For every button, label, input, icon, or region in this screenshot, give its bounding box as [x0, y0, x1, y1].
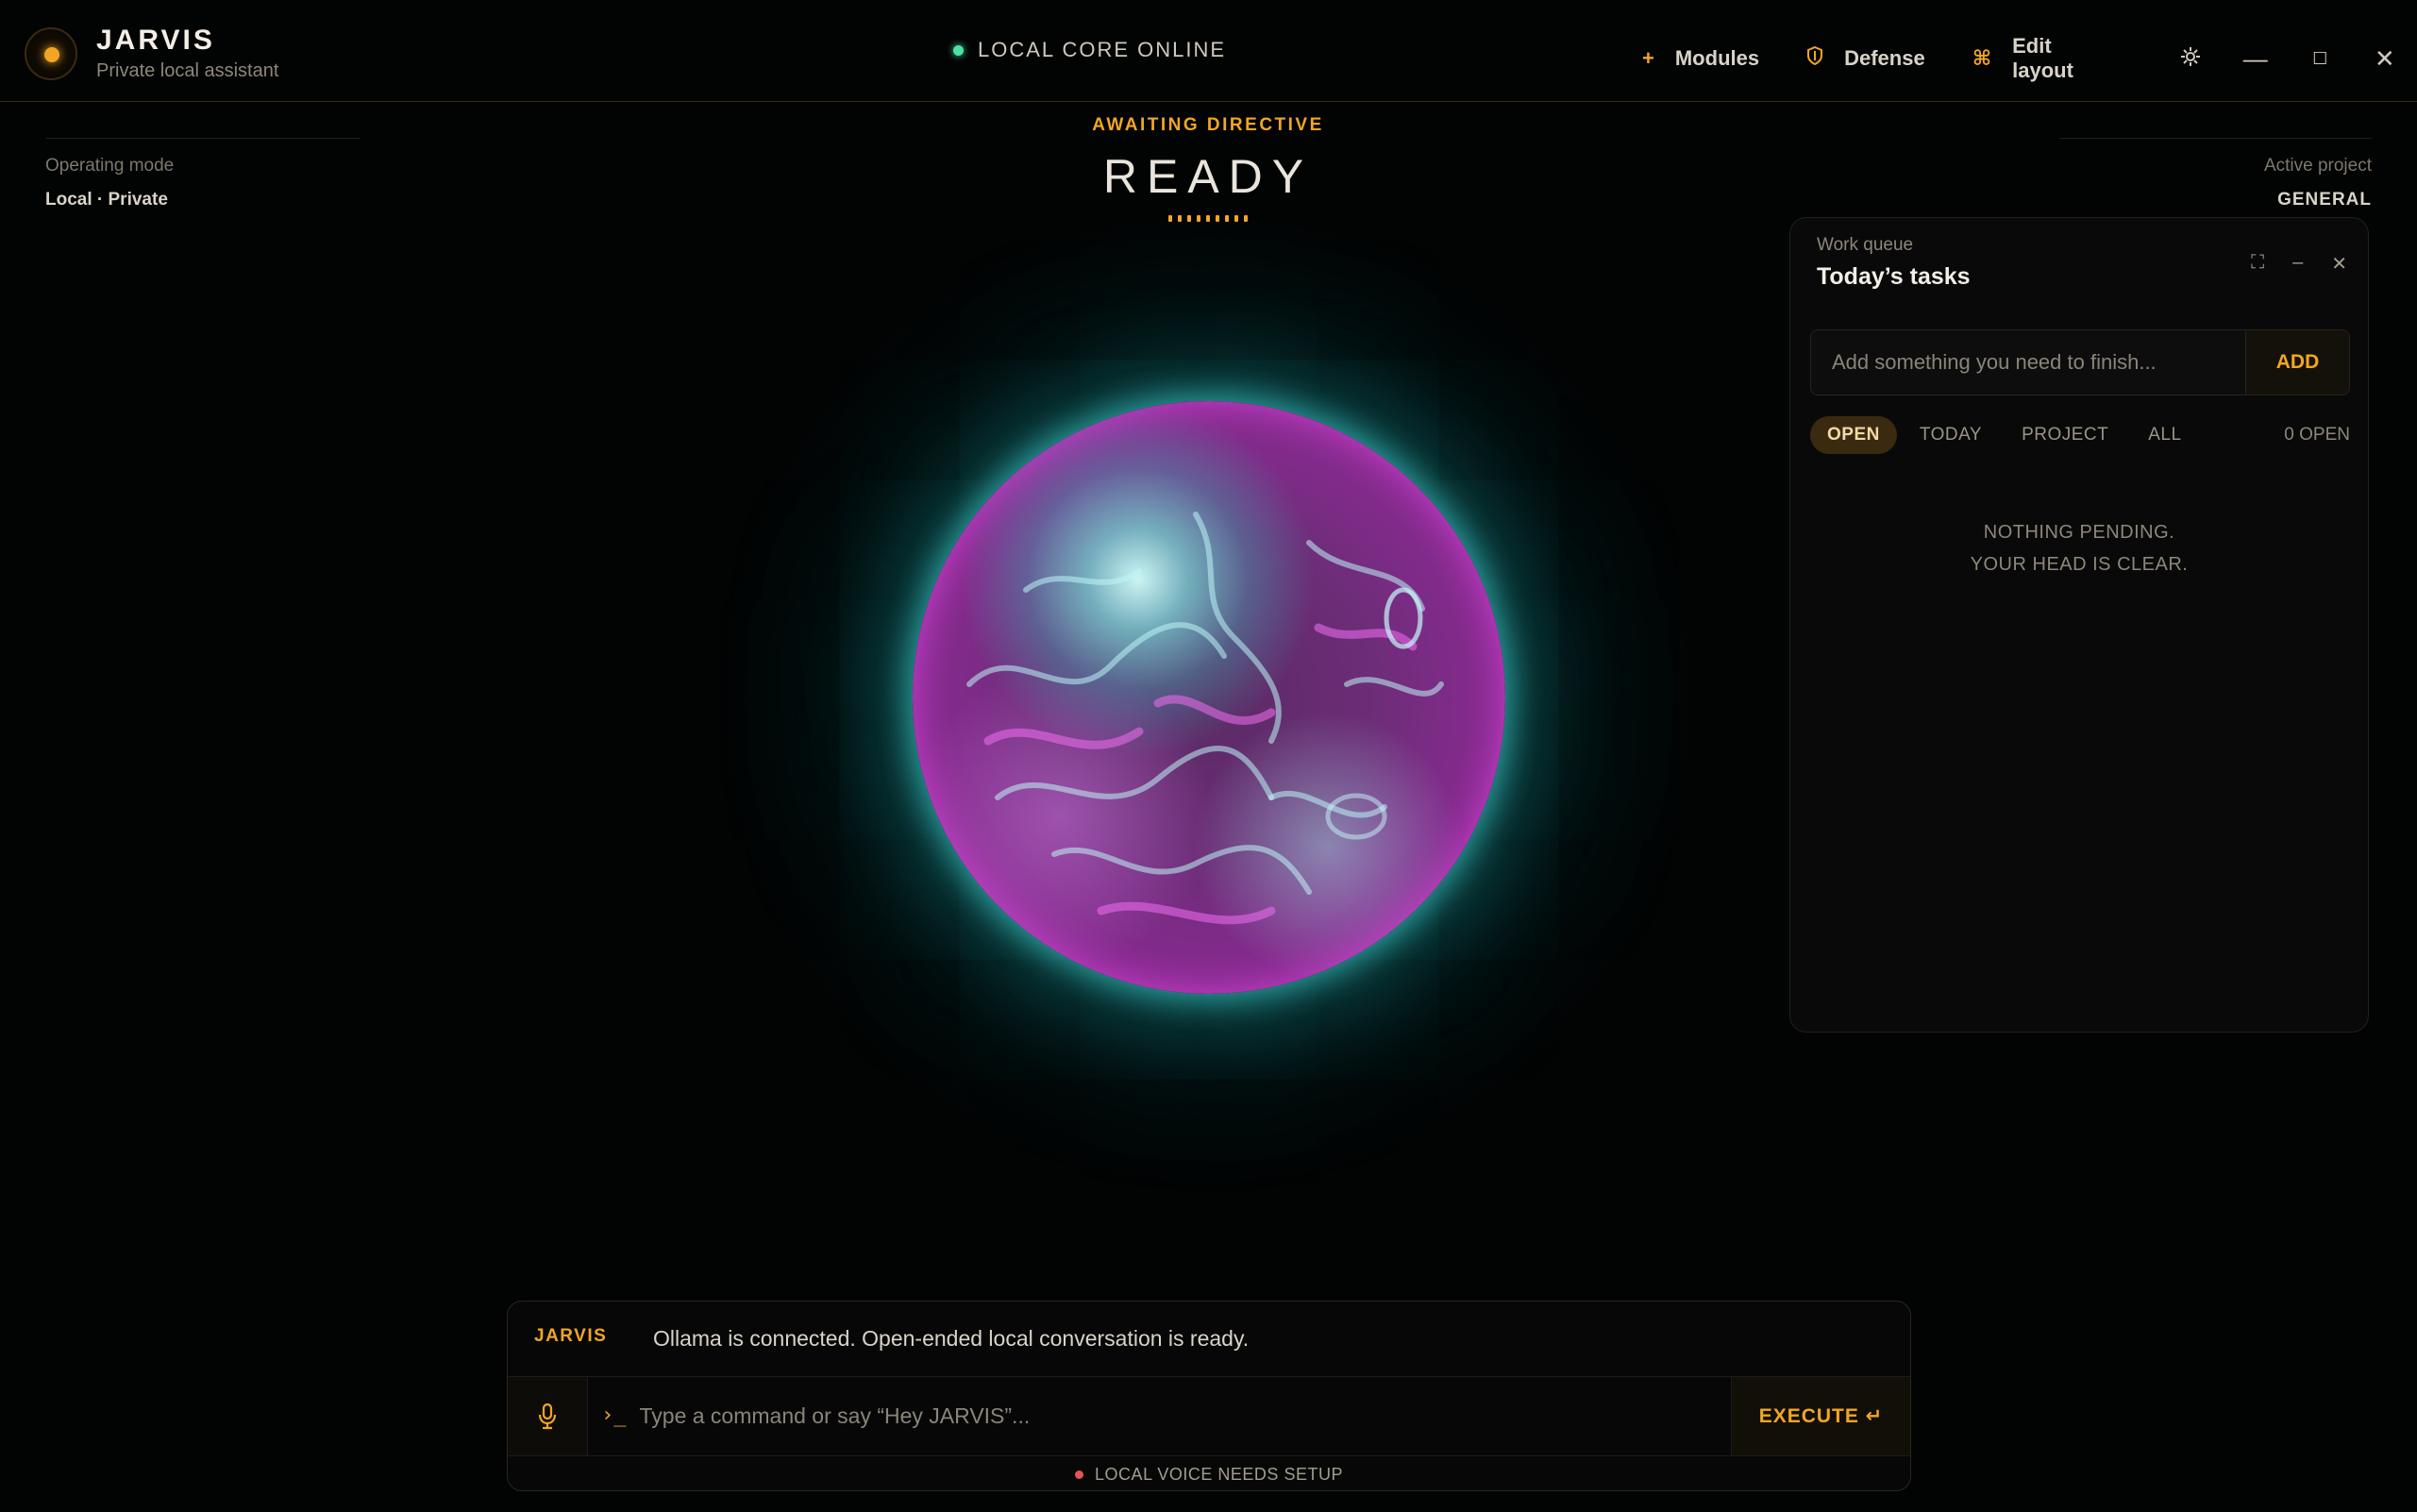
maximize-icon[interactable]: ☐ — [2288, 49, 2353, 69]
add-task-button[interactable]: ADD — [2245, 330, 2349, 395]
expand-icon[interactable]: ⛶ — [2251, 252, 2264, 276]
command-row: ›_ EXECUTE ↵ — [508, 1377, 1910, 1456]
shield-icon — [1806, 45, 1823, 71]
command-input[interactable] — [626, 1377, 1731, 1455]
edit-layout-label: Edit layout — [2012, 34, 2073, 82]
empty-state-line2: YOUR HEAD IS CLEAR. — [1970, 554, 2189, 575]
app-window: JARVIS Private local assistant LOCAL COR… — [0, 0, 2417, 1512]
task-entry: ADD — [1810, 329, 2350, 395]
orb-sphere — [913, 401, 1505, 994]
defense-label: Defense — [1844, 46, 1925, 70]
core-logo-icon — [25, 26, 77, 80]
filter-open[interactable]: OPEN — [1810, 416, 1897, 454]
state-title: READY — [1102, 150, 1314, 203]
filter-today[interactable]: TODAY — [1920, 425, 1982, 445]
task-input[interactable] — [1811, 330, 2245, 395]
operating-mode: Operating mode Local · Private — [45, 138, 361, 210]
modules-label: Modules — [1674, 46, 1760, 70]
activity-indicator — [1019, 215, 1397, 222]
empty-state-line1: NOTHING PENDING. — [1983, 522, 2175, 543]
awaiting-directive: AWAITING DIRECTIVE — [1092, 115, 1324, 135]
active-project-value: GENERAL — [2277, 190, 2372, 210]
voice-status-dot-icon — [1075, 1470, 1084, 1479]
active-project-label: Active project — [2263, 156, 2372, 176]
top-actions: + Modules Defense ⌘ Edit layout — ☐ ✕ — [1642, 34, 2417, 83]
microphone-button[interactable] — [508, 1377, 588, 1455]
message-text: Ollama is connected. Open-ended local co… — [653, 1326, 1250, 1351]
message-speaker: JARVIS — [534, 1326, 608, 1346]
minimize-icon[interactable]: — — [2224, 44, 2289, 74]
status-dot-icon — [953, 44, 964, 56]
app-subtitle: Private local assistant — [96, 60, 279, 81]
execute-button[interactable]: EXECUTE ↵ — [1731, 1377, 1910, 1455]
tasks-panel-title: Today’s tasks — [1817, 263, 1971, 290]
command-icon: ⌘ — [1972, 46, 1992, 70]
brand-text: JARVIS Private local assistant — [96, 25, 278, 82]
prompt-icon: ›_ — [601, 1403, 627, 1427]
app-title: JARVIS — [96, 25, 215, 56]
close-icon[interactable]: ✕ — [2353, 44, 2417, 74]
edit-layout-button[interactable]: ⌘ Edit layout — [1972, 34, 2111, 83]
title-bar: JARVIS Private local assistant LOCAL COR… — [0, 0, 2417, 102]
plus-icon: + — [1642, 46, 1654, 70]
filter-project[interactable]: PROJECT — [2022, 425, 2108, 445]
filter-all[interactable]: ALL — [2148, 425, 2181, 445]
assistant-state: AWAITING DIRECTIVE READY — [1019, 115, 1397, 222]
voice-status: LOCAL VOICE NEEDS SETUP — [508, 1458, 1910, 1490]
core-status-text: LOCAL CORE ONLINE — [978, 38, 1227, 61]
task-filters: OPEN TODAY PROJECT ALL 0 OPEN — [1810, 416, 2350, 454]
tasks-panel-header: Work queue Today’s tasks — [1817, 235, 1971, 291]
open-count: 0 OPEN — [2284, 425, 2350, 445]
tasks-panel-controls: ⛶ – ✕ — [2251, 252, 2347, 276]
orb-swirl-pattern — [966, 512, 1444, 925]
tasks-panel-kicker: Work queue — [1817, 235, 1914, 255]
minimize-panel-icon[interactable]: – — [2292, 252, 2303, 276]
voice-status-text: LOCAL VOICE NEEDS SETUP — [1095, 1464, 1343, 1484]
assistant-message: JARVIS Ollama is connected. Open-ended l… — [508, 1302, 1910, 1377]
tasks-panel: Work queue Today’s tasks ⛶ – ✕ ADD OPEN … — [1789, 217, 2369, 1033]
microphone-icon — [538, 1403, 557, 1429]
brand: JARVIS Private local assistant — [25, 25, 278, 82]
assistant-orb[interactable] — [913, 401, 1505, 994]
operating-mode-value: Local · Private — [45, 190, 168, 210]
command-console: JARVIS Ollama is connected. Open-ended l… — [507, 1301, 1911, 1491]
core-status: LOCAL CORE ONLINE — [953, 38, 1226, 62]
gear-icon[interactable] — [2158, 44, 2224, 74]
active-project: Active project GENERAL — [2059, 138, 2372, 210]
modules-button[interactable]: + Modules — [1642, 46, 1759, 71]
operating-mode-label: Operating mode — [45, 156, 175, 176]
empty-state: NOTHING PENDING. YOUR HEAD IS CLEAR. — [1790, 516, 2368, 580]
close-panel-icon[interactable]: ✕ — [2331, 252, 2347, 276]
defense-button[interactable]: Defense — [1806, 45, 1925, 71]
